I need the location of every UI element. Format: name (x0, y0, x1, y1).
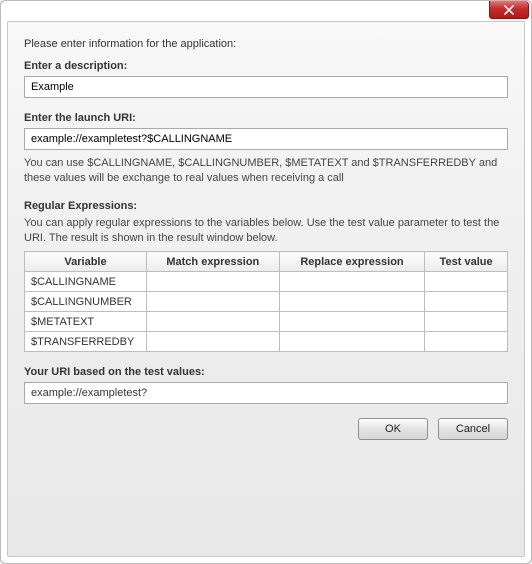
table-row: $TRANSFERREDBY (25, 332, 508, 352)
cell-match[interactable] (147, 272, 280, 292)
ok-button[interactable]: OK (358, 418, 428, 440)
cell-test[interactable] (425, 292, 508, 312)
result-uri-output: example://exampletest? (24, 382, 508, 404)
launch-uri-label: Enter the launch URI: (24, 112, 508, 124)
table-row: $METATEXT (25, 312, 508, 332)
cell-test[interactable] (425, 312, 508, 332)
cell-variable: $CALLINGNAME (25, 272, 147, 292)
table-header-row: Variable Match expression Replace expres… (25, 252, 508, 272)
regex-table: Variable Match expression Replace expres… (24, 251, 508, 352)
col-variable: Variable (25, 252, 147, 272)
cell-replace[interactable] (279, 332, 425, 352)
launch-uri-hint: You can use $CALLINGNAME, $CALLINGNUMBER… (24, 156, 508, 186)
result-uri-label: Your URI based on the test values: (24, 366, 508, 378)
cell-replace[interactable] (279, 312, 425, 332)
close-button[interactable] (489, 1, 529, 19)
col-replace: Replace expression (279, 252, 425, 272)
table-row: $CALLINGNAME (25, 272, 508, 292)
dialog-content: Please enter information for the applica… (7, 21, 525, 557)
cell-match[interactable] (147, 292, 280, 312)
col-match: Match expression (147, 252, 280, 272)
button-row: OK Cancel (24, 418, 508, 440)
dialog-window: Please enter information for the applica… (0, 0, 532, 564)
description-input[interactable] (24, 76, 508, 98)
cell-match[interactable] (147, 332, 280, 352)
close-icon (504, 5, 514, 15)
cancel-button[interactable]: Cancel (438, 418, 508, 440)
table-row: $CALLINGNUMBER (25, 292, 508, 312)
col-test: Test value (425, 252, 508, 272)
cell-replace[interactable] (279, 292, 425, 312)
cell-test[interactable] (425, 332, 508, 352)
regex-label: Regular Expressions: (24, 200, 508, 212)
launch-uri-input[interactable] (24, 128, 508, 150)
regex-hint: You can apply regular expressions to the… (24, 216, 508, 246)
description-label: Enter a description: (24, 60, 508, 72)
intro-text: Please enter information for the applica… (24, 38, 508, 50)
cell-test[interactable] (425, 272, 508, 292)
cell-variable: $TRANSFERREDBY (25, 332, 147, 352)
titlebar (489, 1, 531, 21)
cell-variable: $METATEXT (25, 312, 147, 332)
cell-match[interactable] (147, 312, 280, 332)
cell-replace[interactable] (279, 272, 425, 292)
cell-variable: $CALLINGNUMBER (25, 292, 147, 312)
